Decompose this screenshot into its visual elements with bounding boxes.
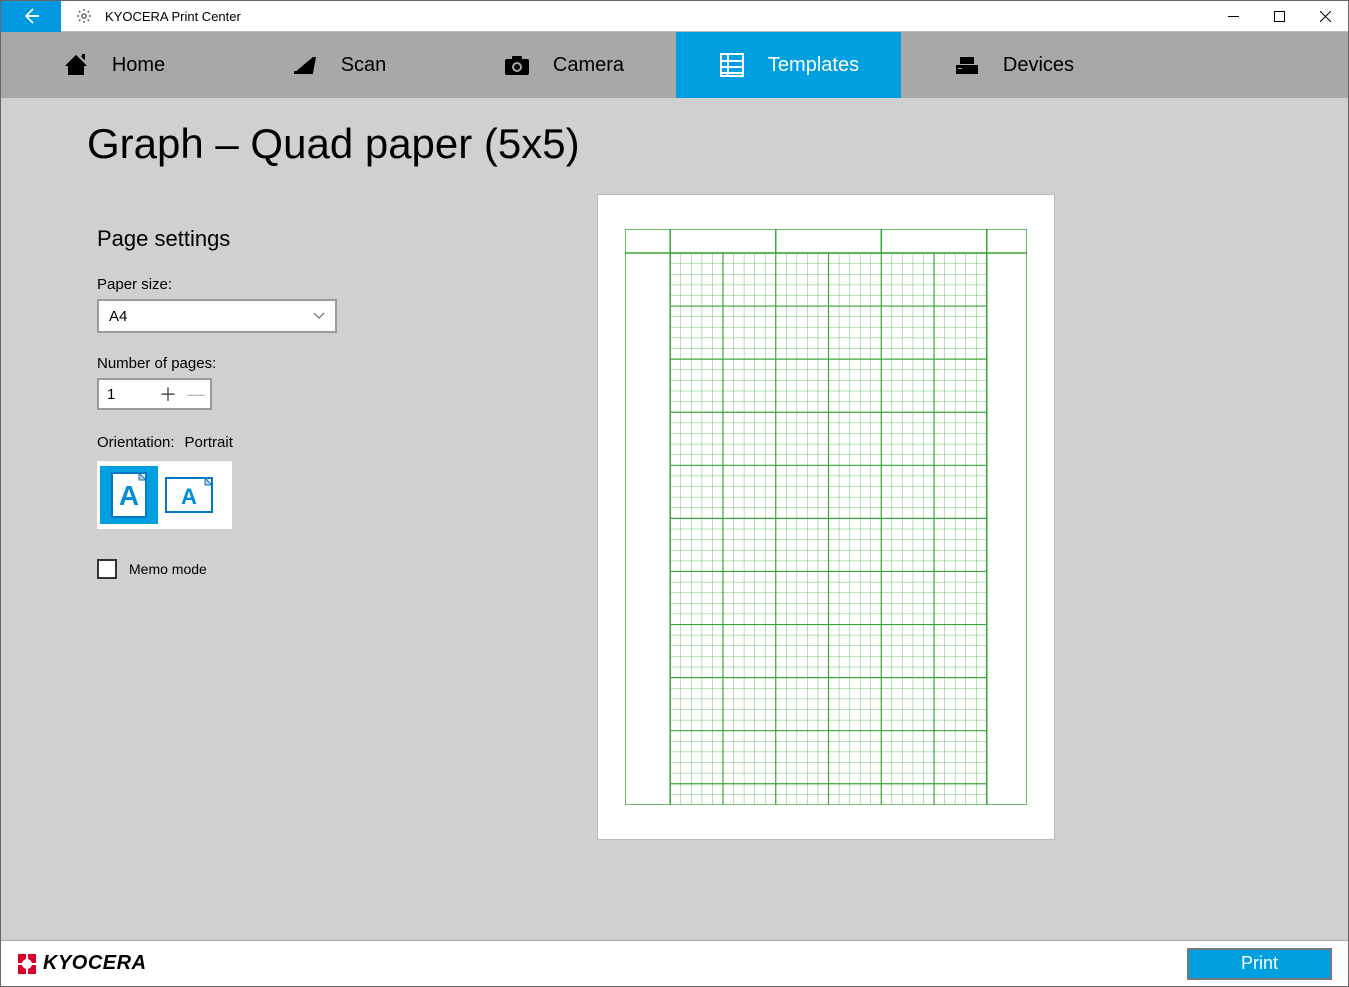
camera-icon — [503, 51, 531, 79]
paper-size-dropdown[interactable]: A4 — [97, 299, 337, 333]
home-icon — [62, 51, 90, 79]
num-pages-label: Number of pages: — [97, 355, 447, 372]
app-title: KYOCERA Print Center — [105, 9, 241, 24]
orientation-portrait[interactable]: A — [100, 466, 158, 524]
minimize-button[interactable] — [1210, 1, 1256, 32]
memo-mode-label: Memo mode — [129, 561, 207, 577]
orientation-value: Portrait — [185, 434, 233, 451]
template-preview — [598, 195, 1054, 839]
kyocera-symbol-icon — [17, 953, 37, 975]
svg-text:A: A — [119, 480, 139, 511]
print-button-label: Print — [1241, 953, 1278, 974]
window-controls — [1210, 1, 1348, 32]
tab-label: Devices — [1003, 54, 1074, 77]
close-button[interactable] — [1302, 1, 1348, 32]
settings-gear-icon — [69, 8, 99, 24]
num-pages-stepper[interactable]: 1 ＋ — — [97, 378, 212, 410]
tab-camera[interactable]: Camera — [451, 32, 676, 98]
tab-devices[interactable]: Devices — [901, 32, 1126, 98]
memo-mode-checkbox[interactable] — [97, 559, 117, 579]
graph-paper-preview — [625, 229, 1027, 805]
back-button[interactable] — [1, 1, 61, 32]
paper-size-value: A4 — [109, 308, 127, 325]
maximize-button[interactable] — [1256, 1, 1302, 32]
tab-label: Scan — [341, 54, 387, 77]
tab-label: Home — [112, 54, 165, 77]
footer: KYOCERA Print — [1, 940, 1348, 986]
orientation-options: A A — [97, 461, 232, 529]
brand-logo: KYOCERA — [17, 952, 147, 975]
paper-size-label: Paper size: — [97, 276, 447, 293]
increment-button[interactable]: ＋ — [154, 380, 182, 408]
maximize-icon — [1274, 11, 1285, 22]
landscape-icon: A — [163, 475, 215, 515]
decrement-button[interactable]: — — [182, 380, 210, 408]
tab-home[interactable]: Home — [1, 32, 226, 98]
brand-text: KYOCERA — [43, 952, 147, 975]
portrait-icon: A — [109, 471, 149, 519]
templates-icon — [718, 51, 746, 79]
settings-heading: Page settings — [97, 226, 447, 252]
page-title: Graph – Quad paper (5x5) — [87, 120, 1348, 168]
titlebar: KYOCERA Print Center — [1, 1, 1348, 32]
tab-templates[interactable]: Templates — [676, 32, 901, 98]
content-area: Graph – Quad paper (5x5) Page settings P… — [1, 98, 1348, 940]
orientation-label: Orientation: — [97, 434, 175, 451]
minimize-icon — [1228, 11, 1239, 22]
print-button[interactable]: Print — [1187, 948, 1332, 980]
tab-label: Templates — [768, 54, 859, 77]
scan-icon — [291, 51, 319, 79]
settings-panel: Page settings Paper size: A4 Number of p… — [97, 226, 447, 579]
nav-tabs: Home Scan Camera Templates Devices — [1, 32, 1348, 98]
close-icon — [1320, 11, 1331, 22]
back-arrow-icon — [21, 6, 41, 26]
chevron-down-icon — [313, 309, 325, 323]
svg-text:A: A — [181, 484, 197, 509]
num-pages-value: 1 — [99, 386, 154, 403]
tab-label: Camera — [553, 54, 624, 77]
minus-icon: — — [187, 384, 205, 405]
devices-icon — [953, 51, 981, 79]
tab-scan[interactable]: Scan — [226, 32, 451, 98]
plus-icon: ＋ — [159, 381, 177, 407]
orientation-landscape[interactable]: A — [160, 466, 218, 524]
